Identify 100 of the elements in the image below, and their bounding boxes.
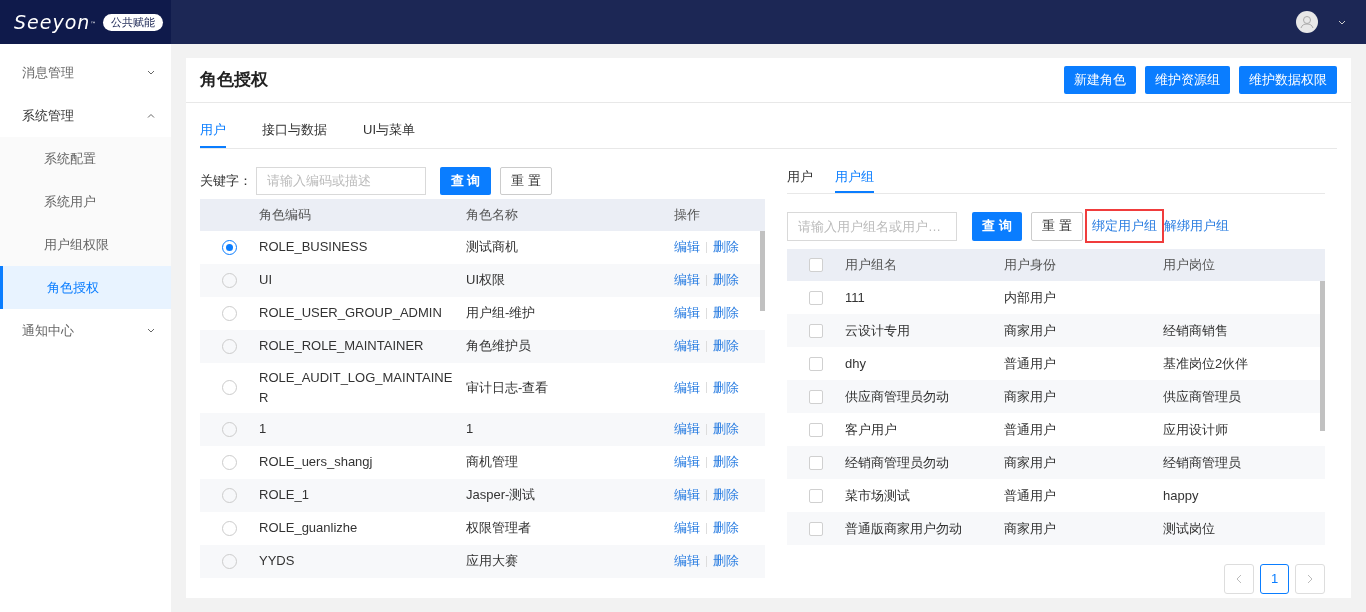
table-cell-text: ROLE_AUDIT_LOG_MAINTAINER [259, 368, 454, 407]
delete-link[interactable]: 删除 [713, 551, 739, 571]
table-cell-text: 商机管理 [466, 453, 519, 472]
scrollbar[interactable] [1320, 281, 1325, 431]
table-cell-text: 菜市场测试 [845, 486, 911, 505]
tab[interactable]: 用户 [200, 120, 226, 148]
link[interactable]: 绑定用户组 [1085, 209, 1164, 243]
edit-link[interactable]: 编辑 [674, 303, 700, 323]
edit-link[interactable]: 编辑 [674, 419, 700, 439]
action-button[interactable]: 维护资源组 [1145, 66, 1230, 94]
table-cell-text: UI [259, 271, 273, 289]
delete-link[interactable]: 删除 [713, 485, 739, 505]
table-cell-text: 经销商销售 [1163, 321, 1228, 340]
checkbox[interactable] [809, 356, 823, 371]
table-cell-text: dhy [845, 354, 867, 373]
tab[interactable]: 用户组 [835, 166, 874, 193]
table-cell-text: 普通用户 [1004, 486, 1057, 505]
chevron-down-icon[interactable] [1338, 19, 1346, 25]
edit-link[interactable]: 编辑 [674, 336, 700, 356]
table-cell-text: happy [1163, 486, 1199, 505]
previous-page-button[interactable] [1224, 564, 1254, 594]
checkbox[interactable] [809, 488, 823, 503]
checkbox[interactable] [809, 258, 823, 272]
table-cell-text: 测试商机 [466, 238, 519, 257]
delete-link[interactable]: 删除 [713, 518, 739, 538]
avatar-icon[interactable] [1296, 11, 1318, 33]
table-cell-text: 商家用户 [1004, 321, 1057, 340]
table-cell-text: ROLE_ROLE_MAINTAINER [259, 337, 425, 355]
sidebar-item[interactable]: 系统管理 [0, 94, 171, 137]
table-cell-text: 供应商管理员 [1163, 387, 1241, 406]
edit-link[interactable]: 编辑 [674, 518, 700, 538]
delete-link[interactable]: 删除 [713, 377, 739, 398]
sidebar-subitem[interactable]: 系统用户 [0, 180, 171, 223]
sidebar-subitem[interactable]: 系统配置 [0, 137, 171, 180]
tab[interactable]: 接口与数据 [262, 120, 327, 148]
table-cell-text: 供应商管理员勿动 [845, 387, 950, 406]
reset-button[interactable]: 重 置 [1031, 211, 1083, 241]
table-cell-text: 普通用户 [1004, 354, 1057, 373]
query-button[interactable]: 查 询 [972, 211, 1022, 241]
delete-link[interactable]: 删除 [713, 270, 739, 290]
page-title: 角色授权 [200, 69, 268, 92]
link[interactable]: 解绑用户组 [1164, 216, 1229, 236]
delete-link[interactable]: 删除 [713, 336, 739, 356]
checkbox[interactable] [809, 422, 823, 437]
chevron-down-icon [147, 328, 155, 333]
column-header: 用户岗位 [1163, 256, 1215, 275]
table-cell-text: 商家用户 [1004, 387, 1057, 406]
table-cell-text: 角色维护员 [466, 337, 532, 356]
next-page-button[interactable] [1295, 564, 1325, 594]
edit-link[interactable]: 编辑 [674, 485, 700, 505]
delete-link[interactable]: 删除 [713, 303, 739, 323]
query-button[interactable]: 查 询 [440, 166, 491, 195]
sidebar-subitem[interactable]: 角色授权 [0, 266, 171, 309]
delete-link[interactable]: 删除 [713, 419, 739, 439]
table-cell-text: 普通版商家用户勿动 [845, 519, 963, 538]
scrollbar[interactable] [760, 230, 765, 311]
table-cell-text: 云设计专用 [845, 321, 911, 340]
tab[interactable]: 用户 [787, 166, 813, 193]
chevron-right-icon [1307, 574, 1313, 584]
table-cell-text: ROLE_1 [259, 486, 310, 504]
sidebar-subitem[interactable]: 用户组权限 [0, 223, 171, 266]
action-button[interactable]: 新建角色 [1064, 66, 1136, 94]
chevron-down-icon [147, 70, 155, 75]
reset-button[interactable]: 重 置 [500, 166, 552, 195]
tab[interactable]: UI与菜单 [363, 120, 415, 148]
column-header: 角色编码 [259, 205, 312, 224]
table-cell-text: 审计日志-查看 [466, 378, 550, 397]
checkbox[interactable] [809, 521, 823, 536]
edit-link[interactable]: 编辑 [674, 270, 700, 290]
table-cell-text: 普通用户 [1004, 420, 1057, 439]
column-header: 操作 [674, 205, 700, 224]
table-cell-text: ROLE_guanlizhe [259, 519, 359, 537]
table-cell-text: 权限管理者 [466, 519, 532, 538]
edit-link[interactable]: 编辑 [674, 377, 700, 398]
edit-link[interactable]: 编辑 [674, 551, 700, 571]
table-cell-text: 应用大赛 [466, 552, 519, 571]
checkbox[interactable] [809, 455, 823, 470]
sidebar-item[interactable]: 消息管理 [0, 51, 171, 94]
column-header: 用户身份 [1004, 256, 1057, 275]
search-field[interactable]: 请输入用户组名或用户… [787, 211, 957, 241]
checkbox[interactable] [809, 290, 823, 305]
checkbox[interactable] [809, 389, 823, 404]
table-cell-text: 经销商管理员 [1163, 453, 1241, 472]
search-field[interactable]: 请输入编码或描述 [256, 166, 426, 195]
table-cell-text: 商家用户 [1004, 519, 1057, 538]
delete-link[interactable]: 删除 [713, 452, 739, 472]
table-cell-text: 客户用户 [845, 420, 898, 439]
chevron-left-icon [1236, 574, 1242, 584]
edit-link[interactable]: 编辑 [674, 452, 700, 472]
table-cell-text: 经销商管理员勿动 [845, 453, 950, 472]
checkbox[interactable] [809, 323, 823, 338]
sidebar-item[interactable]: 通知中心 [0, 309, 171, 352]
table-cell-text: 测试岗位 [1163, 519, 1215, 538]
table-cell-text: ROLE_uers_shangj [259, 453, 374, 471]
delete-link[interactable]: 删除 [713, 237, 739, 257]
action-button[interactable]: 维护数据权限 [1239, 66, 1337, 94]
page-button[interactable]: 1 [1260, 564, 1289, 594]
edit-link[interactable]: 编辑 [674, 237, 700, 257]
table-cell-text: 1 [259, 420, 268, 438]
table-cell-text: 1 [466, 420, 475, 439]
